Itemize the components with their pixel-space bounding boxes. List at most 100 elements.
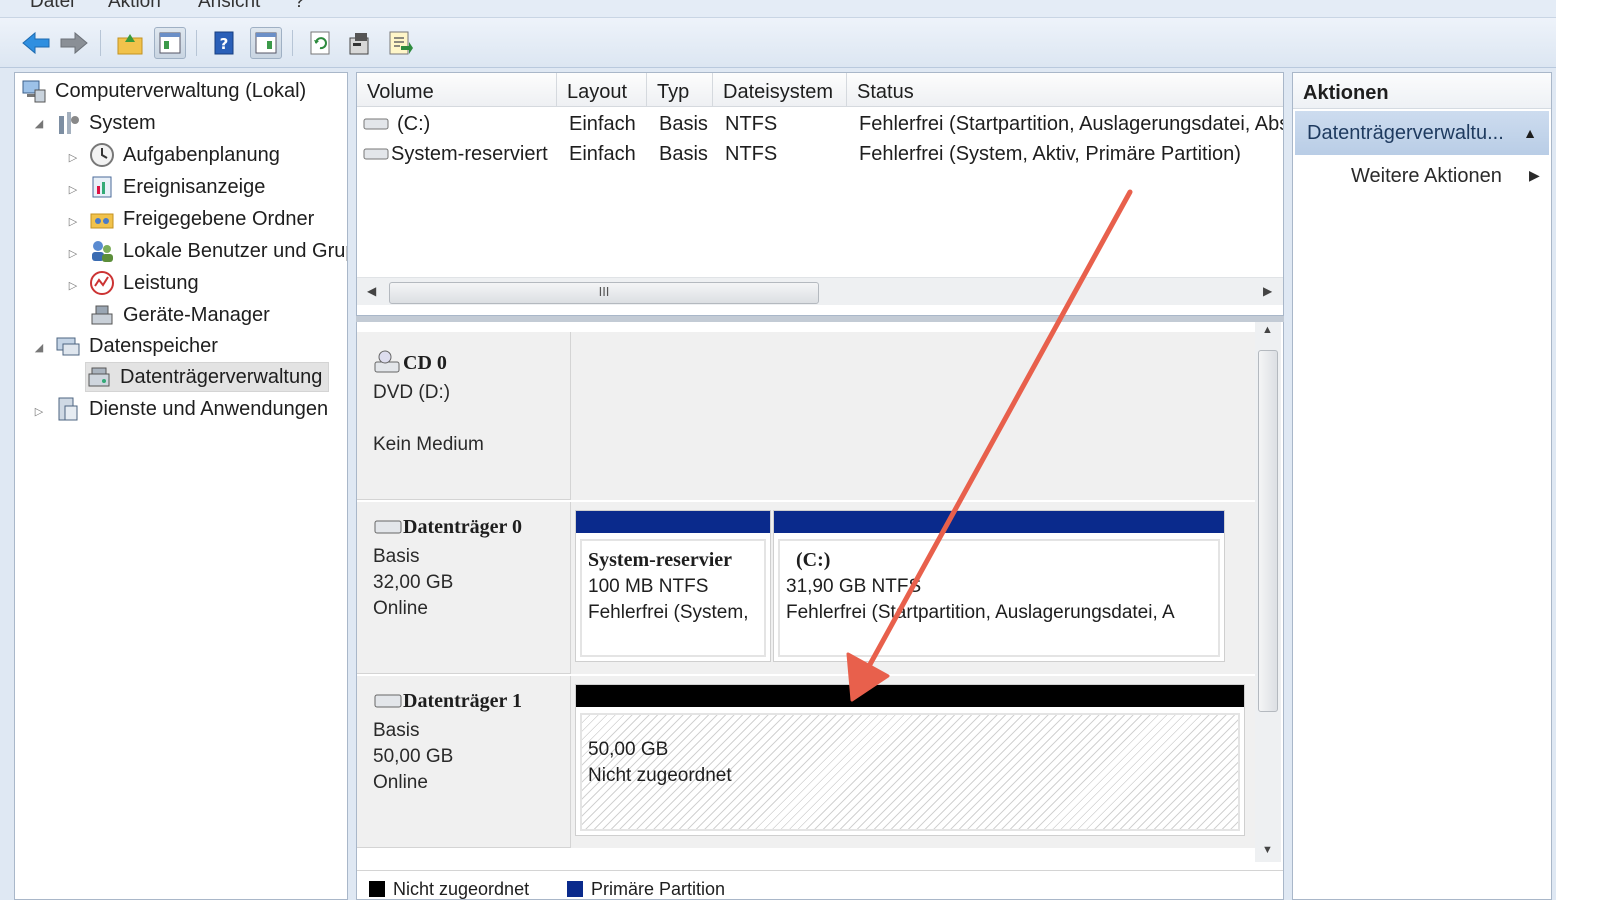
up-folder-icon[interactable] xyxy=(114,27,146,59)
tree-item-performance[interactable]: Leistung xyxy=(89,268,199,298)
shared-folder-icon xyxy=(90,213,114,229)
column-layout[interactable]: Layout xyxy=(557,73,647,107)
volume-status: Fehlerfrei (System, Aktiv, Primäre Parti… xyxy=(859,143,1241,165)
window-edge xyxy=(1556,0,1600,900)
menu-view[interactable]: Ansicht xyxy=(198,0,260,13)
menu-file[interactable]: Datei xyxy=(30,0,74,13)
menu-action[interactable]: Aktion xyxy=(108,0,161,13)
disk-line: 32,00 GB xyxy=(373,572,454,593)
volume-name: (C:) xyxy=(397,113,431,135)
collapse-up-icon[interactable]: ▲ xyxy=(1523,111,1537,155)
services-icon xyxy=(58,397,78,421)
disk-1-label[interactable]: Datenträger 1 Basis 50,00 GB Online xyxy=(357,676,571,848)
disk-line: DVD (D:) xyxy=(373,382,451,403)
disk-cd0-label[interactable]: CD 0 DVD (D:) Kein Medium xyxy=(357,332,571,500)
horizontal-scrollbar[interactable]: ◀ III ▶ xyxy=(357,277,1283,305)
partition-name: System-reservier xyxy=(588,549,733,571)
column-status[interactable]: Status xyxy=(847,73,1283,107)
tree-item-local-users[interactable]: Lokale Benutzer und Gruppen xyxy=(89,236,347,266)
tree-item-storage[interactable]: Datenspeicher xyxy=(55,331,218,361)
tree-label: Computerverwaltung (Lokal) xyxy=(55,79,307,102)
users-icon xyxy=(92,241,113,262)
partition-size: 50,00 GB xyxy=(588,739,669,760)
tree-label: Dienste und Anwendungen xyxy=(89,397,329,420)
disk-line: Basis xyxy=(373,720,420,741)
tree-label: Datenträgerverwaltung xyxy=(120,365,323,388)
scroll-thumb[interactable] xyxy=(1258,350,1278,712)
submenu-arrow-icon: ▶ xyxy=(1529,167,1540,183)
partition-status: Nicht zugeordnet xyxy=(588,765,732,786)
clock-icon xyxy=(90,143,114,167)
actions-section-disk-management[interactable]: Datenträgerverwaltu... ▲ xyxy=(1295,111,1549,155)
disk-management-icon xyxy=(88,367,110,387)
volume-filesystem: NTFS xyxy=(725,113,778,135)
export-list-icon[interactable] xyxy=(384,27,416,59)
table-row[interactable]: (C:) Einfach Basis NTFS Fehlerfrei (Star… xyxy=(357,109,1283,139)
tree-label: Datenspeicher xyxy=(89,334,218,357)
volume-list: Volume Layout Typ Dateisystem Status (C:… xyxy=(356,72,1284,316)
tree-item-disk-management[interactable]: Datenträgerverwaltung xyxy=(85,362,330,392)
partition-bar xyxy=(576,511,770,533)
tree-item-device-manager[interactable]: Geräte-Manager xyxy=(89,300,270,330)
show-hide-console-tree-icon[interactable] xyxy=(154,27,186,59)
collapse-icon[interactable]: ◢ xyxy=(33,117,45,130)
back-icon[interactable] xyxy=(20,27,52,59)
scroll-left-icon[interactable]: ◀ xyxy=(367,284,376,298)
expand-icon[interactable]: ▷ xyxy=(67,183,79,196)
menu-bar: Datei Aktion Ansicht ? xyxy=(0,0,1600,18)
tree-item-event-viewer[interactable]: Ereignisanzeige xyxy=(89,172,265,202)
expand-icon[interactable]: ▷ xyxy=(33,405,45,418)
tree-label: System xyxy=(89,111,156,134)
disk-line: Kein Medium xyxy=(373,434,484,455)
column-volume[interactable]: Volume xyxy=(357,73,557,107)
partition-unallocated[interactable]: 50,00 GB Nicht zugeordnet xyxy=(575,684,1245,836)
refresh-icon[interactable] xyxy=(304,27,336,59)
more-actions-item[interactable]: Weitere Aktionen ▶ xyxy=(1351,165,1540,188)
properties-icon[interactable] xyxy=(344,27,376,59)
disk-title: Datenträger 1 xyxy=(373,690,522,713)
expand-icon[interactable]: ▷ xyxy=(67,151,79,164)
partition-name: (C:) xyxy=(796,549,831,571)
column-filesystem[interactable]: Dateisystem xyxy=(713,73,847,107)
more-actions-label: Weitere Aktionen xyxy=(1351,165,1502,187)
legend-swatch-unallocated xyxy=(369,881,385,897)
disk-line: Online xyxy=(373,598,428,619)
toolbar: ? xyxy=(0,18,1600,68)
expand-icon[interactable]: ▷ xyxy=(67,279,79,292)
help-icon[interactable]: ? xyxy=(208,27,240,59)
event-viewer-icon xyxy=(92,176,112,198)
partition-size: 31,90 GB NTFS xyxy=(786,576,922,597)
expand-icon[interactable]: ▷ xyxy=(67,215,79,228)
column-type[interactable]: Typ xyxy=(647,73,713,107)
tree-item-system[interactable]: System xyxy=(55,108,156,138)
vertical-scrollbar[interactable]: ▲ ▼ xyxy=(1255,322,1281,862)
disk-0-partitions: System-reservier 100 MB NTFS Fehlerfrei … xyxy=(571,502,1255,674)
scroll-down-icon[interactable]: ▼ xyxy=(1262,844,1273,856)
scroll-thumb[interactable]: III xyxy=(389,282,819,304)
show-hide-action-pane-icon[interactable] xyxy=(250,27,282,59)
disk-line: Online xyxy=(373,772,428,793)
tree-item-shared-folders[interactable]: Freigegebene Ordner xyxy=(89,204,314,234)
tree-item-computer-management[interactable]: Computerverwaltung (Lokal) xyxy=(21,76,306,106)
partition-system-reserved[interactable]: System-reservier 100 MB NTFS Fehlerfrei … xyxy=(575,510,771,662)
legend-label: Nicht zugeordnet xyxy=(393,879,530,899)
forward-icon[interactable] xyxy=(58,27,90,59)
actions-section-label: Datenträgerverwaltu... xyxy=(1307,122,1504,144)
menu-help[interactable]: ? xyxy=(294,0,305,13)
drive-icon xyxy=(363,140,389,170)
volume-status: Fehlerfrei (Startpartition, Auslagerungs… xyxy=(859,113,1283,135)
tree-item-services[interactable]: Dienste und Anwendungen xyxy=(55,394,328,424)
disk-title: CD 0 xyxy=(373,350,447,376)
scroll-up-icon[interactable]: ▲ xyxy=(1262,324,1273,336)
table-row[interactable]: System-reserviert Einfach Basis NTFS Feh… xyxy=(357,139,1283,169)
expand-icon[interactable]: ▷ xyxy=(67,247,79,260)
scroll-right-icon[interactable]: ▶ xyxy=(1263,284,1272,298)
computer-management-icon xyxy=(22,80,46,103)
partition-c[interactable]: (C:) 31,90 GB NTFS Fehlerfrei (Startpart… xyxy=(773,510,1225,662)
hard-disk-icon xyxy=(374,520,402,533)
collapse-icon[interactable]: ◢ xyxy=(33,341,45,354)
actions-header: Aktionen xyxy=(1293,73,1551,109)
disk-0-label[interactable]: Datenträger 0 Basis 32,00 GB Online xyxy=(357,502,571,674)
disk-line: 50,00 GB xyxy=(373,746,454,767)
tree-item-task-scheduler[interactable]: Aufgabenplanung xyxy=(89,140,280,170)
